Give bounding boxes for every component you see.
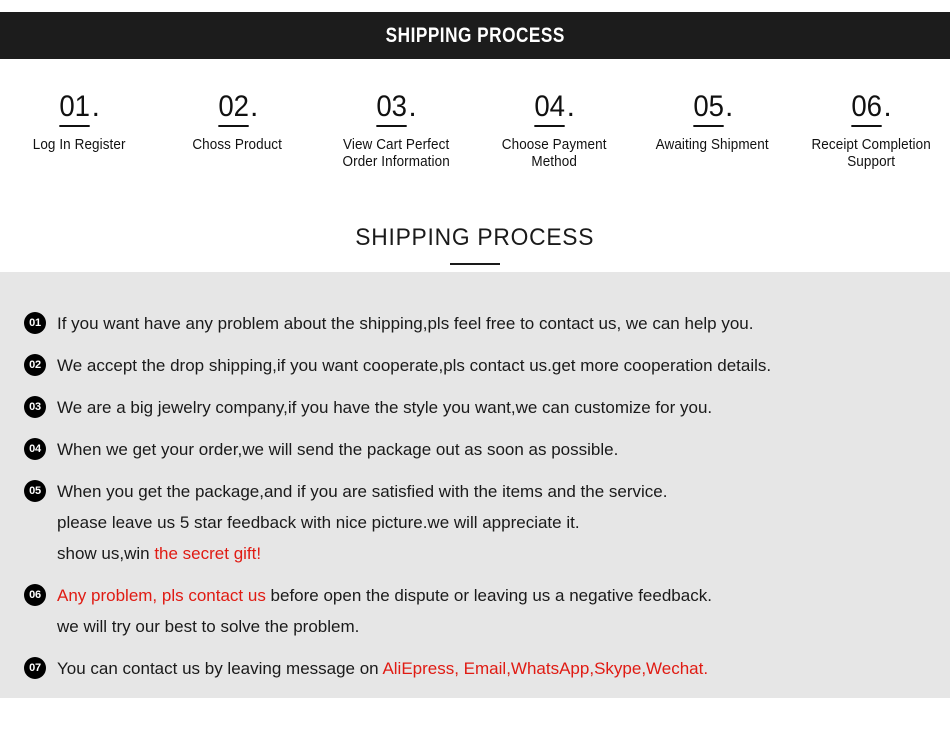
faq-item: 03 We are a big jewelry company,if you ha… — [24, 392, 934, 423]
faq-text-line: When we get your order,we will send the … — [57, 434, 618, 465]
step-03: 03. View Cart Perfect Order Information — [317, 92, 475, 171]
faq-text: Any problem, pls contact us before open … — [57, 580, 712, 642]
faq-badge: 01 — [24, 312, 46, 334]
step-number: 02 — [217, 92, 249, 127]
faq-text: We are a big jewelry company,if you have… — [57, 392, 712, 423]
faq-item: 02 We accept the drop shipping,if you wan… — [24, 350, 934, 381]
step-number-dot: . — [250, 90, 259, 123]
step-number-dot: . — [408, 90, 417, 123]
faq-item: 05 When you get the package,and if you ar… — [24, 476, 934, 569]
faq-text: When we get your order,we will send the … — [57, 434, 618, 465]
faq-item: 06 Any problem, pls contact us before ope… — [24, 580, 934, 642]
faq-item: 04 When we get your order,we will send th… — [24, 434, 934, 465]
faq-text: When you get the package,and if you are … — [57, 476, 667, 569]
step-02: 02. Choss Product — [158, 92, 316, 154]
step-number-group: 05. — [637, 92, 787, 127]
steps-row: 01. Log In Register 02. Choss Product 03. Vie… — [0, 92, 950, 171]
faq-text-line: When you get the package,and if you are … — [57, 476, 667, 507]
faq-plain-text: When we get your order,we will send the … — [57, 440, 619, 459]
faq-badge: 03 — [24, 396, 46, 418]
step-number-group: 02. — [162, 92, 312, 127]
faq-highlight-text: Any problem, pls contact us — [57, 586, 266, 605]
faq-plain-text: We are a big jewelry company,if you have… — [57, 398, 713, 417]
step-01: 01. Log In Register — [0, 92, 158, 154]
step-number-dot: . — [566, 90, 575, 123]
section-heading-divider — [450, 263, 500, 265]
step-number: 06 — [851, 92, 882, 127]
step-label: Receipt Completion Support — [811, 137, 931, 171]
faq-list: 01 If you want have any problem about the… — [24, 308, 934, 695]
section-heading-title: SHIPPING PROCESS — [355, 224, 595, 251]
faq-text-line: We are a big jewelry company,if you have… — [57, 392, 712, 423]
faq-plain-text: we will try our best to solve the proble… — [57, 617, 360, 636]
step-number-dot: . — [91, 90, 101, 123]
step-number: 04 — [534, 92, 566, 127]
faq-item: 07 You can contact us by leaving message … — [24, 653, 934, 684]
faq-text-line: please leave us 5 star feedback with nic… — [57, 507, 667, 538]
step-05: 05. Awaiting Shipment — [633, 92, 791, 154]
step-number-dot: . — [724, 90, 734, 123]
step-number-group: 04. — [479, 92, 629, 127]
faq-plain-text: You can contact us by leaving message on — [57, 659, 383, 678]
step-label: Choose Payment Method — [501, 137, 607, 171]
step-number-group: 01. — [4, 92, 154, 127]
shipping-process-page: SHIPPING PROCESS 01. Log In Register 02. Ch… — [0, 0, 950, 729]
step-label: Awaiting Shipment — [655, 137, 769, 153]
step-number-group: 03. — [321, 92, 471, 127]
faq-plain-text: show us,win — [57, 544, 155, 563]
faq-badge: 06 — [24, 584, 46, 606]
faq-plain-text: When you get the package,and if you are … — [57, 482, 668, 501]
faq-highlight-text: AliEpress, Email,WhatsApp,Skype,Wechat. — [382, 659, 709, 678]
faq-badge: 02 — [24, 354, 46, 376]
faq-text-line: You can contact us by leaving message on… — [57, 653, 708, 684]
faq-text-line: Any problem, pls contact us before open … — [57, 580, 712, 611]
faq-plain-text: please leave us 5 star feedback with nic… — [57, 513, 580, 532]
banner-title: SHIPPING PROCESS — [385, 23, 565, 47]
faq-text-line: If you want have any problem about the s… — [57, 308, 754, 339]
faq-text-line: we will try our best to solve the proble… — [57, 611, 712, 642]
step-04: 04. Choose Payment Method — [475, 92, 633, 171]
step-label: View Cart Perfect Order Information — [342, 137, 450, 171]
faq-badge: 05 — [24, 480, 46, 502]
step-number-dot: . — [883, 90, 892, 123]
step-number: 03 — [376, 92, 407, 127]
step-label: Choss Product — [192, 137, 283, 153]
step-number: 01 — [59, 92, 91, 127]
faq-badge: 07 — [24, 657, 46, 679]
step-label: Log In Register — [32, 137, 126, 153]
faq-item: 01 If you want have any problem about the… — [24, 308, 934, 339]
faq-plain-text: If you want have any problem about the s… — [57, 314, 754, 333]
faq-badge: 04 — [24, 438, 46, 460]
faq-plain-text: before open the dispute or leaving us a … — [265, 586, 712, 605]
faq-highlight-text: the secret gift! — [154, 544, 262, 563]
step-06: 06. Receipt Completion Support — [792, 92, 950, 171]
step-number: 05 — [692, 92, 724, 127]
faq-text: We accept the drop shipping,if you want … — [57, 350, 771, 381]
page-banner: SHIPPING PROCESS — [0, 12, 950, 59]
faq-text: If you want have any problem about the s… — [57, 308, 754, 339]
faq-text-line: We accept the drop shipping,if you want … — [57, 350, 771, 381]
faq-plain-text: We accept the drop shipping,if you want … — [57, 356, 772, 375]
faq-text-line: show us,win the secret gift! — [57, 538, 667, 569]
section-heading: SHIPPING PROCESS — [0, 224, 950, 265]
step-number-group: 06. — [796, 92, 946, 127]
faq-text: You can contact us by leaving message on… — [57, 653, 708, 684]
